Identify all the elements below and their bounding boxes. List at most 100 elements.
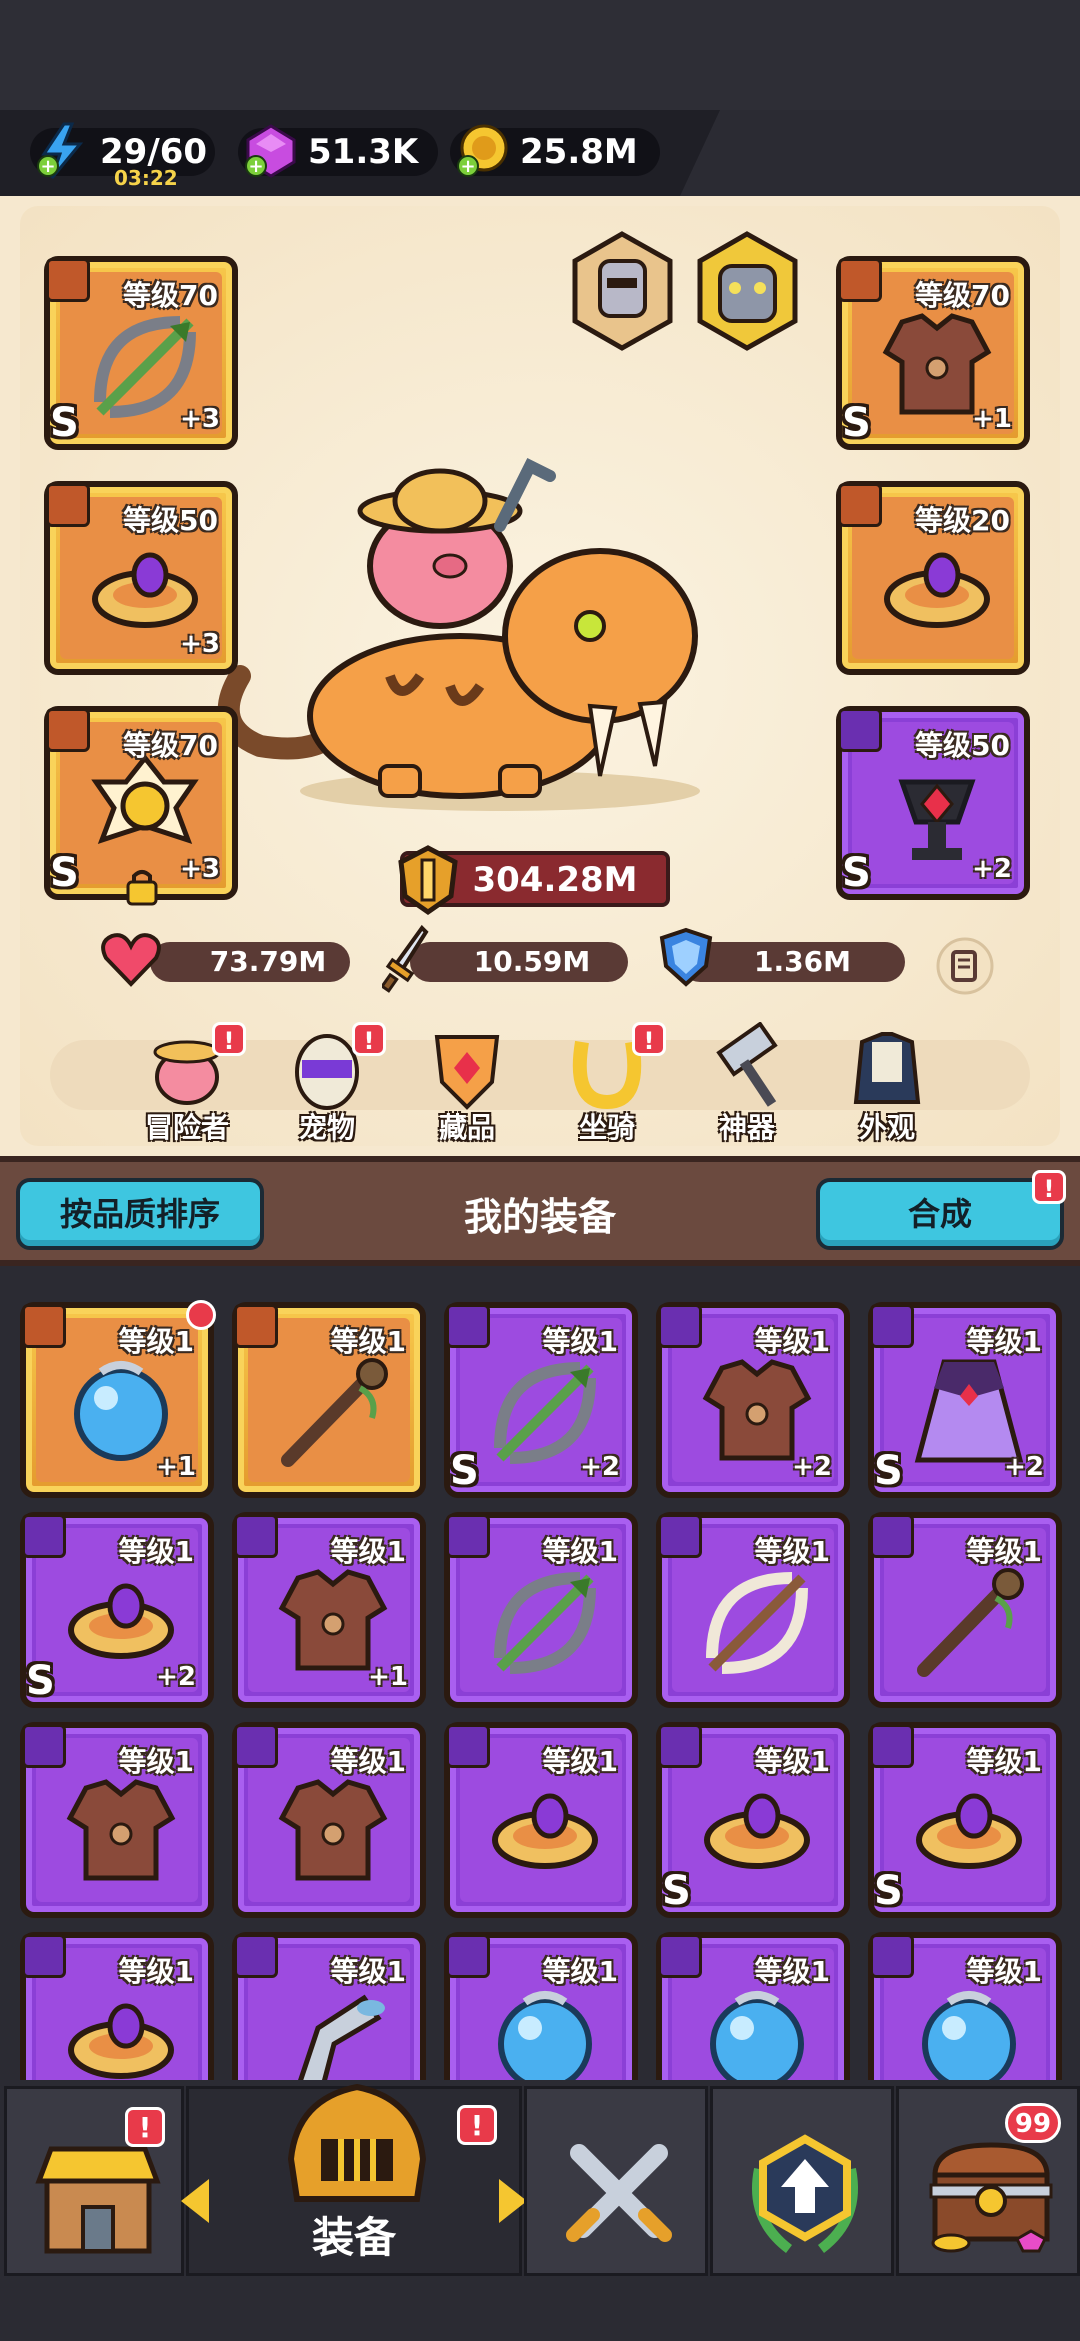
inventory-slot[interactable]: 等级1 +2 S	[20, 1512, 214, 1708]
sword-icon	[382, 924, 429, 993]
slot-enhance: +2	[972, 854, 1012, 884]
slot-level: 等级1	[330, 1325, 406, 1358]
treasure-chest-icon	[929, 2142, 1053, 2253]
slot-level: 等级1	[330, 1745, 406, 1778]
slot-type-icon	[446, 1514, 490, 1558]
slot-type-icon	[234, 1514, 278, 1558]
slot-grade: S	[842, 850, 871, 896]
equipped-slot-right-3[interactable]: 等级50 +2 S	[836, 706, 1030, 900]
svg-text:+: +	[248, 156, 263, 177]
equipped-slot-right-2[interactable]: 等级20	[836, 481, 1030, 675]
svg-text:+: +	[40, 156, 55, 177]
inventory-slot[interactable]: 等级1	[20, 1722, 214, 1918]
category-adventurer[interactable]: 冒险者!	[132, 1022, 246, 1146]
inventory-slot[interactable]: 等级1 +1	[20, 1302, 214, 1498]
knight-pet-icon[interactable]	[565, 226, 680, 356]
bone-bow-icon	[706, 1572, 808, 1674]
category-artifact[interactable]: 神器	[692, 1021, 802, 1146]
slot-level: 等级1	[754, 1325, 830, 1358]
ring-icon	[704, 1793, 810, 1869]
category-collection[interactable]: 藏品	[412, 1022, 522, 1146]
attack-value: 10.59M	[473, 945, 591, 978]
category-label: 外观	[858, 1111, 915, 1144]
bow-icon	[494, 1362, 596, 1464]
slot-type-icon	[22, 1304, 66, 1348]
slot-type-icon	[234, 1724, 278, 1768]
category-appearance[interactable]: 外观	[832, 1022, 942, 1146]
inventory-slot[interactable]: 等级1	[868, 1932, 1062, 2080]
slot-level: 等级1	[966, 1535, 1042, 1568]
armor-icon	[66, 1779, 176, 1881]
golem-pet-icon[interactable]	[690, 226, 805, 356]
inventory-slot[interactable]: 等级1	[444, 1512, 638, 1708]
hero-on-mount-illustration[interactable]	[200, 446, 720, 826]
slot-grade: S	[26, 1658, 55, 1704]
chest-count-badge: 99	[1005, 2103, 1061, 2143]
category-label: 冒险者	[144, 1111, 229, 1144]
slot-type-icon	[870, 1934, 914, 1978]
category-mount[interactable]: 坐骑!	[552, 1022, 666, 1146]
slot-enhance: +2	[156, 1662, 196, 1692]
orb-icon	[922, 1991, 1016, 2080]
shield-icon	[659, 927, 713, 987]
inventory-slot[interactable]: 等级1 S	[868, 1722, 1062, 1918]
equipped-slot-right-1[interactable]: 等级70 +1 S	[836, 256, 1030, 450]
inventory-slot[interactable]: 等级1 +1	[232, 1512, 426, 1708]
category-pet[interactable]: 宠物!	[272, 1022, 386, 1146]
equipped-slot-left-2[interactable]: 等级50 +3	[44, 481, 238, 675]
slot-level: 等级1	[542, 1745, 618, 1778]
slot-type-icon	[234, 1304, 278, 1348]
tab-shop[interactable]: !	[4, 2086, 184, 2276]
inventory-slot[interactable]: 等级1 S	[656, 1722, 850, 1918]
inventory-slot[interactable]: 等级1	[656, 1932, 850, 2080]
equipped-slot-left-1[interactable]: 等级70 +3 S	[44, 256, 238, 450]
inventory-slot[interactable]: 等级1	[868, 1512, 1062, 1708]
coins-value: 25.8M	[520, 132, 638, 172]
slot-grade: S	[50, 400, 79, 446]
hp-value: 73.79M	[209, 945, 327, 978]
slot-enhance: +3	[180, 854, 220, 884]
inventory-slot[interactable]: 等级1 +2	[656, 1302, 850, 1498]
cloak-icon	[914, 1359, 1024, 1463]
inventory-slot[interactable]: 等级1	[444, 1722, 638, 1918]
slot-grade: S	[874, 1448, 903, 1494]
tab-battle[interactable]	[524, 2086, 708, 2276]
stats-detail-button[interactable]	[935, 936, 995, 996]
tab-equipment[interactable]: ! 装备	[181, 2083, 527, 2276]
coins-counter[interactable]: + 25.8M	[450, 124, 660, 177]
tab-chest[interactable]: 99	[896, 2086, 1080, 2276]
armor-icon	[702, 1359, 812, 1461]
lock-icon	[122, 866, 162, 906]
slot-type-icon	[234, 1934, 278, 1978]
merge-button[interactable]: 合成	[816, 1178, 1064, 1250]
tab-upgrade[interactable]	[710, 2086, 894, 2276]
inventory-slot[interactable]: 等级1	[444, 1932, 638, 2080]
slot-level: 等级1	[118, 1535, 194, 1568]
gems-counter[interactable]: + 51.3K	[238, 124, 438, 178]
inventory-grid: 等级1 +1 等级1 等级1 +2 S 等级1 +2 等级1 +2 S 等级1 +2 S 等级1 +1 等级1 等…	[0, 1266, 1080, 2080]
inventory-slot[interactable]: 等级1	[232, 1722, 426, 1918]
slot-level: 等级1	[542, 1325, 618, 1358]
slot-level: 等级70	[915, 279, 1010, 312]
slot-enhance: +2	[580, 1452, 620, 1482]
crossed-swords-icon	[566, 2144, 672, 2242]
inventory-slot[interactable]: 等级1 +2 S	[444, 1302, 638, 1498]
energy-counter[interactable]: + 29/60 03:22	[30, 122, 215, 188]
slot-grade: S	[50, 850, 79, 896]
category-label: 坐骑	[578, 1111, 635, 1144]
slot-level: 等级1	[542, 1535, 618, 1568]
status-area	[0, 0, 1080, 110]
horn-icon	[298, 1994, 385, 2080]
slot-enhance: +3	[180, 629, 220, 659]
inventory-slot[interactable]: 等级1	[656, 1512, 850, 1708]
svg-text:+: +	[460, 156, 475, 177]
inventory-slot[interactable]: 等级1	[232, 1302, 426, 1498]
slot-type-icon	[658, 1934, 702, 1978]
inventory-slot[interactable]: 等级1	[232, 1932, 426, 2080]
resource-bar: + 29/60 03:22 + 51.3K + 25.8M	[0, 110, 1080, 200]
inventory-slot[interactable]: 等级1	[20, 1932, 214, 2080]
inventory-slot[interactable]: 等级1 +2 S	[868, 1302, 1062, 1498]
slot-level: 等级70	[123, 729, 218, 762]
sort-by-quality-button[interactable]: 按品质排序	[16, 1178, 264, 1250]
slot-type-icon	[870, 1724, 914, 1768]
